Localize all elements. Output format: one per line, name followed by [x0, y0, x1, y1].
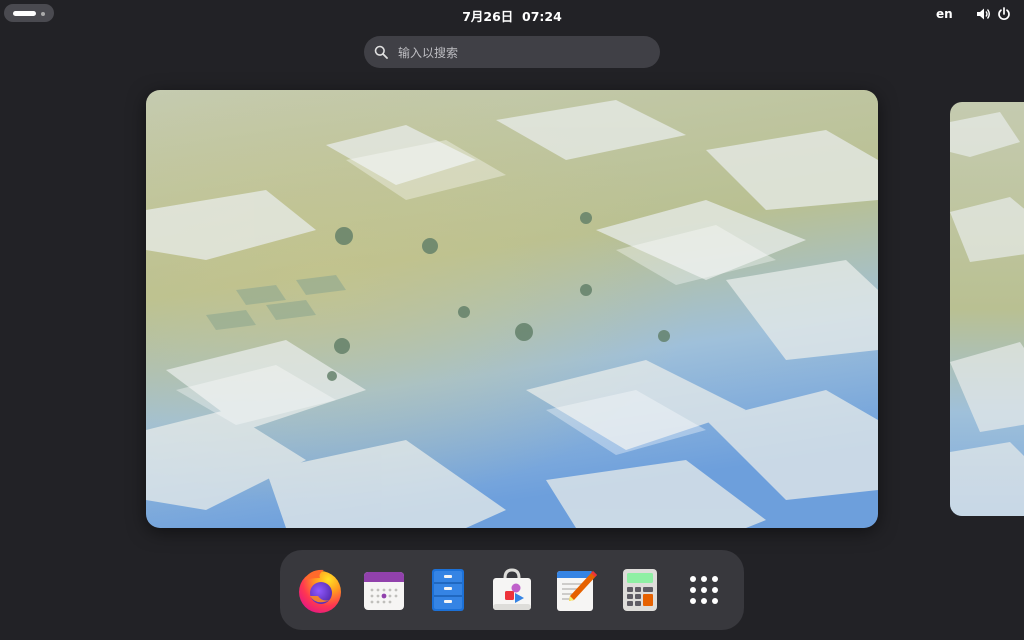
clock[interactable]: 7月26日 07:24 [0, 6, 1024, 25]
firefox-icon [299, 569, 341, 613]
dock-item-text-editor[interactable] [552, 566, 600, 614]
dock-item-calendar[interactable] [360, 566, 408, 614]
workspace-thumbnail-current[interactable] [146, 90, 878, 528]
clock-date: 7月26日 [462, 9, 514, 24]
power-icon[interactable] [996, 6, 1012, 22]
workspace-thumbnail-next[interactable] [950, 102, 1024, 516]
calculator-icon [623, 569, 657, 611]
software-store-icon [493, 568, 531, 610]
dock-item-show-apps[interactable] [680, 566, 728, 614]
dock-item-calculator[interactable] [616, 566, 664, 614]
isometric-city-wallpaper [146, 90, 878, 528]
dock-item-firefox[interactable] [296, 566, 344, 614]
top-bar: 7月26日 07:24 en [0, 0, 1024, 28]
files-icon [432, 569, 464, 611]
clock-time: 07:24 [522, 9, 562, 24]
search-icon [374, 45, 388, 59]
search-input[interactable] [396, 36, 650, 70]
app-grid-icon [690, 576, 718, 604]
calendar-icon [364, 572, 404, 610]
dock-item-software[interactable] [488, 566, 536, 614]
language-indicator[interactable]: en [936, 7, 953, 21]
dock-item-files[interactable] [424, 566, 472, 614]
volume-icon[interactable] [975, 6, 991, 22]
search-bar[interactable] [364, 36, 660, 70]
text-editor-icon [557, 571, 597, 611]
isometric-city-wallpaper [950, 102, 1024, 516]
dash-dock [280, 550, 744, 630]
